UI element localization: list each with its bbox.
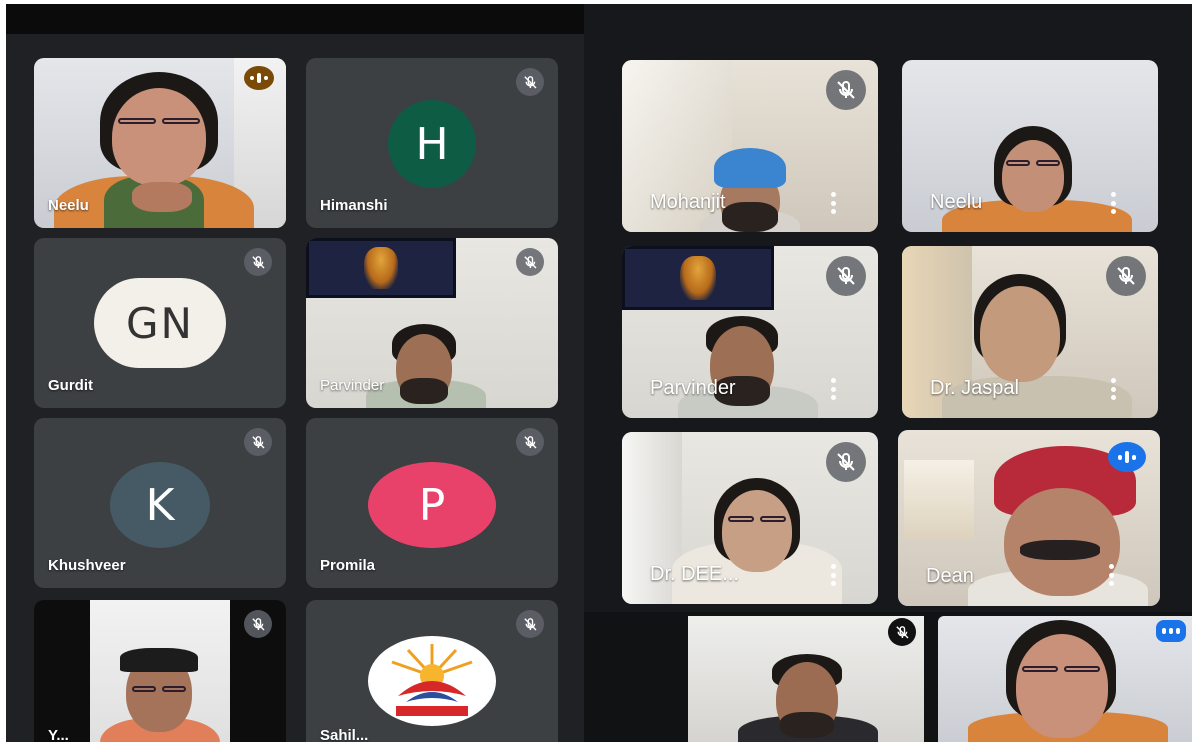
wall-poster — [622, 246, 774, 310]
participant-tile-mohanjit[interactable]: Mohanjit — [622, 60, 878, 232]
mic-off-icon — [826, 442, 866, 482]
mic-off-icon — [888, 618, 916, 646]
participant-name: Himanshi — [320, 197, 388, 214]
top-bar — [6, 4, 584, 34]
speaking-indicator-icon — [1156, 620, 1186, 642]
avatar: H — [388, 100, 476, 188]
more-options-icon[interactable] — [826, 188, 840, 218]
mic-off-icon — [516, 248, 544, 276]
more-options-icon[interactable] — [826, 374, 840, 404]
mic-off-icon — [244, 248, 272, 276]
more-options-icon[interactable] — [1106, 374, 1120, 404]
participant-tile-bottom-right[interactable] — [938, 616, 1192, 742]
mic-off-icon — [516, 428, 544, 456]
participant-tile-parvinder-2[interactable]: Parvinder — [622, 246, 878, 418]
participant-tile-parvinder[interactable]: Parvinder — [306, 238, 558, 408]
participant-tile-bottom-left[interactable] — [688, 616, 924, 742]
bottom-video-strip — [584, 612, 1192, 742]
mic-off-icon — [1106, 256, 1146, 296]
left-meeting-panel: Neelu H Himanshi GN Gurdit Parvinder K K… — [6, 4, 584, 742]
participant-name: Neelu — [48, 197, 89, 214]
right-meeting-panel: Mohanjit Neelu Parvinder Dr. Jaspal Dr. … — [584, 4, 1192, 612]
mic-off-icon — [244, 610, 272, 638]
speaking-indicator-icon — [1108, 442, 1146, 472]
participant-name: Sahil... — [320, 727, 369, 742]
wall-poster — [306, 238, 456, 298]
speaking-indicator-icon — [244, 66, 274, 90]
more-options-icon[interactable] — [1106, 188, 1120, 218]
participant-tile-dr-dee[interactable]: Dr. DEE... — [622, 432, 878, 604]
participant-name: Dean — [926, 565, 974, 587]
more-options-icon[interactable] — [1104, 560, 1118, 590]
avatar: GN — [94, 278, 226, 368]
participant-name: Parvinder — [650, 377, 736, 399]
participant-name: Dr. DEE... — [650, 563, 739, 585]
participant-tile-khushveer[interactable]: K Khushveer — [34, 418, 286, 588]
participant-tile-dean[interactable]: Dean — [898, 430, 1160, 606]
mic-off-icon — [826, 70, 866, 110]
participant-name: Dr. Jaspal — [930, 377, 1019, 399]
participant-tile-sahil[interactable]: Sahil... — [306, 600, 558, 742]
participant-name: Khushveer — [48, 557, 126, 574]
participant-tile-gurdit[interactable]: GN Gurdit — [34, 238, 286, 408]
participant-name: Gurdit — [48, 377, 93, 394]
participant-name: Promila — [320, 557, 376, 574]
avatar: K — [110, 462, 210, 548]
participant-tile-himanshi[interactable]: H Himanshi — [306, 58, 558, 228]
participant-tile-neelu[interactable]: Neelu — [34, 58, 286, 228]
participant-tile-y[interactable]: Y... — [34, 600, 286, 742]
participant-name: Neelu — [930, 191, 983, 213]
university-logo — [368, 636, 496, 726]
mic-off-icon — [244, 428, 272, 456]
participant-name: Y... — [48, 727, 69, 742]
mic-off-icon — [516, 68, 544, 96]
participant-name: Parvinder — [320, 377, 385, 394]
participant-name: Mohanjit — [650, 191, 726, 213]
participant-tile-neelu-2[interactable]: Neelu — [902, 60, 1158, 232]
mic-off-icon — [516, 610, 544, 638]
participant-video — [938, 616, 1192, 742]
participant-tile-dr-jaspal[interactable]: Dr. Jaspal — [902, 246, 1158, 418]
mic-off-icon — [826, 256, 866, 296]
more-options-icon[interactable] — [826, 560, 840, 590]
avatar: P — [368, 462, 496, 548]
participant-tile-promila[interactable]: P Promila — [306, 418, 558, 588]
